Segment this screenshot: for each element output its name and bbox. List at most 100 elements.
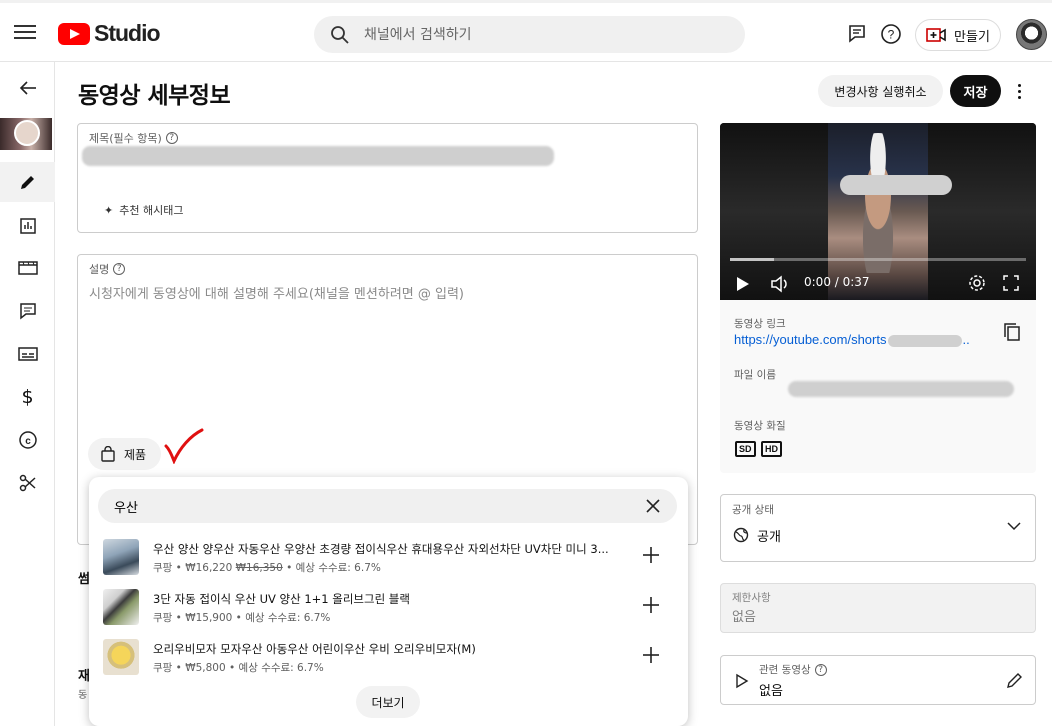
redacted-face-bar bbox=[840, 175, 952, 195]
help-icon[interactable]: ? bbox=[165, 132, 178, 144]
more-options-icon[interactable] bbox=[1011, 80, 1027, 102]
product-image bbox=[103, 589, 139, 625]
visibility-label: 공개 상태 bbox=[732, 504, 774, 516]
redacted-title bbox=[82, 146, 554, 166]
suggested-hashtags-button[interactable]: ✦ 추천 해시태그 bbox=[104, 202, 183, 218]
hashtag-label: 추천 해시태그 bbox=[119, 204, 184, 217]
video-link[interactable]: https://youtube.com/shorts.. bbox=[734, 332, 970, 347]
nav-subtitles-icon[interactable] bbox=[0, 334, 55, 374]
redacted-filename bbox=[788, 381, 1014, 397]
product-seller: 쿠팡 bbox=[153, 612, 173, 624]
create-button[interactable]: 만들기 bbox=[915, 19, 1001, 51]
restrictions-field[interactable]: 제한사항 없음 bbox=[720, 583, 1036, 633]
restrictions-value: 없음 bbox=[732, 610, 756, 625]
hd-badge: HD bbox=[761, 441, 782, 457]
product-original-price: ₩16,350 bbox=[235, 562, 283, 574]
visibility-value: 공개 bbox=[757, 530, 781, 545]
title-field[interactable]: 제목(필수 항목) ? ✦ 추천 해시태그 bbox=[77, 123, 698, 233]
product-title: 3단 자동 접이식 우산 UV 양산 1+1 올리브그린 블랙 bbox=[153, 592, 410, 606]
add-product-icon[interactable] bbox=[641, 645, 661, 665]
nav-analytics-icon[interactable] bbox=[0, 206, 55, 246]
volume-icon[interactable] bbox=[770, 275, 790, 293]
product-image bbox=[103, 639, 139, 675]
title-field-label-row: 제목(필수 항목) ? bbox=[89, 130, 178, 146]
product-search-input[interactable] bbox=[114, 498, 614, 514]
account-avatar[interactable] bbox=[1016, 19, 1047, 50]
fullscreen-icon[interactable] bbox=[1003, 275, 1019, 291]
product-price: ₩15,900 bbox=[185, 612, 233, 624]
video-progress-bar[interactable] bbox=[730, 258, 1026, 261]
video-buffered-bar bbox=[730, 258, 774, 261]
edit-pencil-icon[interactable] bbox=[1005, 670, 1025, 690]
checkmark-annotation-icon bbox=[164, 428, 204, 464]
visibility-dropdown[interactable]: 공개 상태 공개 bbox=[720, 494, 1036, 562]
video-link-label: 동영상 링크 bbox=[734, 318, 786, 330]
save-button[interactable]: 저장 bbox=[950, 75, 1001, 107]
help-icon[interactable]: ? bbox=[880, 23, 902, 45]
product-meta: 쿠팡 • ₩15,900 • 예상 수수료: 6.7% bbox=[153, 612, 331, 624]
help-icon[interactable]: ? bbox=[814, 663, 827, 676]
show-more-button[interactable]: 더보기 bbox=[356, 686, 420, 718]
products-button[interactable]: 제품 bbox=[88, 438, 161, 470]
sparkle-icon: ✦ bbox=[104, 203, 114, 217]
video-player[interactable]: 0:00 / 0:37 bbox=[720, 123, 1036, 300]
logo-text: Studio bbox=[94, 20, 161, 46]
product-commission: • 예상 수수료: 6.7% bbox=[229, 662, 324, 674]
create-video-icon bbox=[926, 28, 946, 42]
nav-details-pencil-icon[interactable] bbox=[0, 162, 55, 202]
create-label: 만들기 bbox=[954, 29, 990, 45]
close-icon[interactable] bbox=[643, 496, 663, 516]
sd-badge: SD bbox=[735, 441, 756, 457]
video-info-card: 0:00 / 0:37 동영상 링크 https://youtube.com/s… bbox=[720, 123, 1036, 473]
play-icon[interactable] bbox=[736, 276, 750, 292]
product-search-popup: 우산 양산 양우산 자동우산 우양산 초경량 접이식우산 휴대용우산 자외선차단… bbox=[89, 477, 688, 726]
product-price: ₩16,220 bbox=[185, 562, 233, 574]
product-image bbox=[103, 539, 139, 575]
product-title: 오리우비모자 모자우산 아동우산 어린이우산 우비 오리우비모자(M) bbox=[153, 642, 476, 656]
video-link-text: https://youtube.com/shorts bbox=[734, 332, 887, 347]
search-bar[interactable] bbox=[314, 16, 745, 53]
svg-text:c: c bbox=[25, 436, 31, 447]
help-icon[interactable]: ? bbox=[113, 263, 126, 275]
related-video-value: 없음 bbox=[759, 684, 783, 699]
nav-clips-scissors-icon[interactable] bbox=[0, 463, 55, 503]
play-outline-icon bbox=[736, 673, 749, 689]
chevron-down-icon bbox=[1007, 522, 1021, 531]
product-item[interactable]: 3단 자동 접이식 우산 UV 양산 1+1 올리브그린 블랙 쿠팡 • ₩15… bbox=[103, 589, 673, 633]
left-nav: $ c bbox=[0, 62, 55, 726]
copy-icon[interactable] bbox=[1003, 322, 1021, 342]
undo-changes-button[interactable]: 변경사항 실행취소 bbox=[818, 75, 943, 107]
product-item[interactable]: 오리우비모자 모자우산 아동우산 어린이우산 우비 오리우비모자(M) 쿠팡 •… bbox=[103, 639, 673, 683]
feedback-icon[interactable] bbox=[847, 23, 869, 45]
title-field-label: 제목(필수 항목) bbox=[89, 132, 162, 145]
video-quality-label: 동영상 화질 bbox=[734, 420, 786, 432]
nav-comments-icon[interactable] bbox=[0, 291, 55, 331]
product-search-bar[interactable] bbox=[98, 489, 677, 523]
search-input[interactable] bbox=[364, 26, 714, 43]
product-commission: • 예상 수수료: 6.7% bbox=[286, 562, 381, 574]
product-seller: 쿠팡 bbox=[153, 662, 173, 674]
product-item[interactable]: 우산 양산 양우산 자동우산 우양산 초경량 접이식우산 휴대용우산 자외선차단… bbox=[103, 539, 673, 583]
video-thumbnail-mini[interactable] bbox=[0, 118, 52, 150]
hamburger-menu-icon[interactable] bbox=[14, 21, 36, 43]
studio-logo[interactable]: Studio bbox=[58, 20, 161, 47]
nav-monetization-dollar-icon[interactable]: $ bbox=[0, 377, 55, 417]
nav-editor-clapper-icon[interactable] bbox=[0, 248, 55, 288]
video-link-suffix: .. bbox=[962, 332, 970, 347]
svg-text:?: ? bbox=[888, 28, 895, 42]
related-video-field[interactable]: 관련 동영상 ? 없음 bbox=[720, 655, 1036, 705]
video-subject bbox=[848, 133, 908, 273]
search-icon bbox=[330, 25, 350, 45]
product-meta: 쿠팡 • ₩16,220 ₩16,350 • 예상 수수료: 6.7% bbox=[153, 562, 381, 574]
nav-copyright-icon[interactable]: c bbox=[0, 420, 55, 460]
add-product-icon[interactable] bbox=[641, 595, 661, 615]
youtube-play-icon bbox=[58, 22, 90, 45]
related-video-label-row: 관련 동영상 ? bbox=[759, 662, 827, 677]
products-label: 제품 bbox=[124, 447, 147, 462]
back-arrow-icon[interactable] bbox=[0, 68, 55, 108]
restrictions-label: 제한사항 bbox=[732, 592, 771, 604]
product-commission: • 예상 수수료: 6.7% bbox=[235, 612, 331, 624]
add-product-icon[interactable] bbox=[641, 545, 661, 565]
settings-gear-icon[interactable] bbox=[968, 274, 986, 292]
globe-icon bbox=[733, 527, 749, 543]
